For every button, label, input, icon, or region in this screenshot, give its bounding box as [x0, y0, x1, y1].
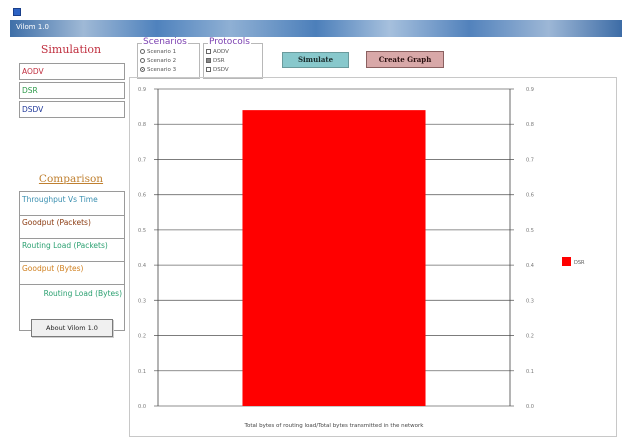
title-bar[interactable]: Vilom 1.0: [10, 20, 622, 37]
y-tick-label-right: 0.9: [526, 87, 534, 93]
y-tick-label-left: 0.0: [138, 404, 146, 410]
simulate-dsr-button[interactable]: DSR: [19, 82, 125, 99]
about-button[interactable]: About Vilom 1.0: [31, 319, 113, 337]
y-tick-label-right: 0.0: [526, 404, 534, 410]
y-tick-label-right: 0.1: [526, 369, 534, 375]
protocol-dsr-checkbox[interactable]: DSR: [206, 58, 225, 64]
scenario-3-label: Scenario 3: [147, 67, 177, 73]
comparison-title: Comparison: [38, 173, 104, 185]
y-tick-label-left: 0.5: [138, 228, 146, 234]
scenario-2-label: Scenario 2: [147, 58, 177, 64]
protocol-dsdv-checkbox[interactable]: DSDV: [206, 67, 229, 73]
y-tick-label-right: 0.5: [526, 228, 534, 234]
create-graph-button[interactable]: Create Graph: [366, 51, 444, 68]
scenario-2-radio[interactable]: Scenario 2: [140, 58, 176, 64]
scenario-3-radio[interactable]: Scenario 3: [140, 67, 176, 73]
simulate-dsdv-button[interactable]: DSDV: [19, 101, 125, 118]
y-tick-label-right: 0.4: [526, 263, 534, 269]
y-tick-label-right: 0.6: [526, 193, 534, 199]
legend-label: DSR: [574, 260, 585, 266]
y-tick-label-left: 0.7: [138, 157, 146, 163]
protocols-label: Protocols: [208, 37, 251, 47]
y-tick-label-left: 0.1: [138, 369, 146, 375]
scenarios-group: Scenarios Scenario 1 Scenario 2 Scenario…: [137, 37, 200, 79]
comparison-routing-load-bytes[interactable]: Routing Load (Bytes): [20, 288, 124, 316]
y-tick-label-left: 0.8: [138, 122, 146, 128]
simulate-button[interactable]: Simulate: [282, 52, 349, 68]
checkbox-icon: [206, 67, 211, 72]
legend-swatch: [562, 257, 571, 266]
app-icon: [13, 8, 21, 16]
y-tick-label-left: 0.2: [138, 334, 146, 340]
comparison-goodput-packets[interactable]: Goodput (Packets): [20, 217, 124, 239]
window-title: Vilom 1.0: [16, 23, 49, 31]
y-tick-label-right: 0.7: [526, 157, 534, 163]
scenario-1-radio[interactable]: Scenario 1: [140, 49, 176, 55]
application-window: Vilom 1.0 Simulation AODV DSR DSDV Compa…: [0, 0, 622, 441]
radio-icon: [140, 49, 145, 54]
y-tick-label-right: 0.3: [526, 298, 534, 304]
comparison-goodput-bytes[interactable]: Goodput (Bytes): [20, 263, 124, 285]
protocol-dsr-label: DSR: [213, 58, 225, 64]
y-tick-label-right: 0.8: [526, 122, 534, 128]
comparison-list: Throughput Vs Time Goodput (Packets) Rou…: [19, 191, 125, 331]
radio-selected-icon: [140, 67, 145, 72]
x-axis-label: Total bytes of routing load/Total bytes …: [244, 423, 425, 429]
protocols-group: Protocols AODV DSR DSDV: [203, 37, 263, 79]
y-tick-label-right: 0.2: [526, 334, 534, 340]
protocol-dsdv-label: DSDV: [213, 67, 229, 73]
scenarios-label: Scenarios: [142, 37, 188, 47]
y-tick-label-left: 0.6: [138, 193, 146, 199]
checkbox-icon: [206, 49, 211, 54]
left-panel: Simulation AODV DSR DSDV Comparison Thro…: [17, 37, 127, 397]
scenario-1-label: Scenario 1: [147, 49, 177, 55]
bar-chart: 0.0 0.0 0.1 0.1 0.2 0.2 0.3 0.3 0.4 0.4 0.5 0.5 0.6 0…: [138, 87, 585, 429]
y-tick-label-left: 0.3: [138, 298, 146, 304]
y-tick-label-left: 0.9: [138, 87, 146, 93]
simulation-title: Simulation: [40, 43, 102, 56]
simulate-aodv-button[interactable]: AODV: [19, 63, 125, 80]
chart-panel: 0.0 0.0 0.1 0.1 0.2 0.2 0.3 0.3 0.4 0.4 0.5 0.5 0.6 0…: [129, 77, 617, 437]
comparison-throughput-vs-time[interactable]: Throughput Vs Time: [20, 194, 124, 216]
comparison-routing-load-packets[interactable]: Routing Load (Packets): [20, 240, 124, 262]
bar: [242, 110, 426, 406]
y-tick-label-left: 0.4: [138, 263, 146, 269]
radio-icon: [140, 58, 145, 63]
protocol-aodv-checkbox[interactable]: AODV: [206, 49, 229, 55]
protocol-aodv-label: AODV: [213, 49, 229, 55]
checkbox-checked-icon: [206, 58, 211, 63]
